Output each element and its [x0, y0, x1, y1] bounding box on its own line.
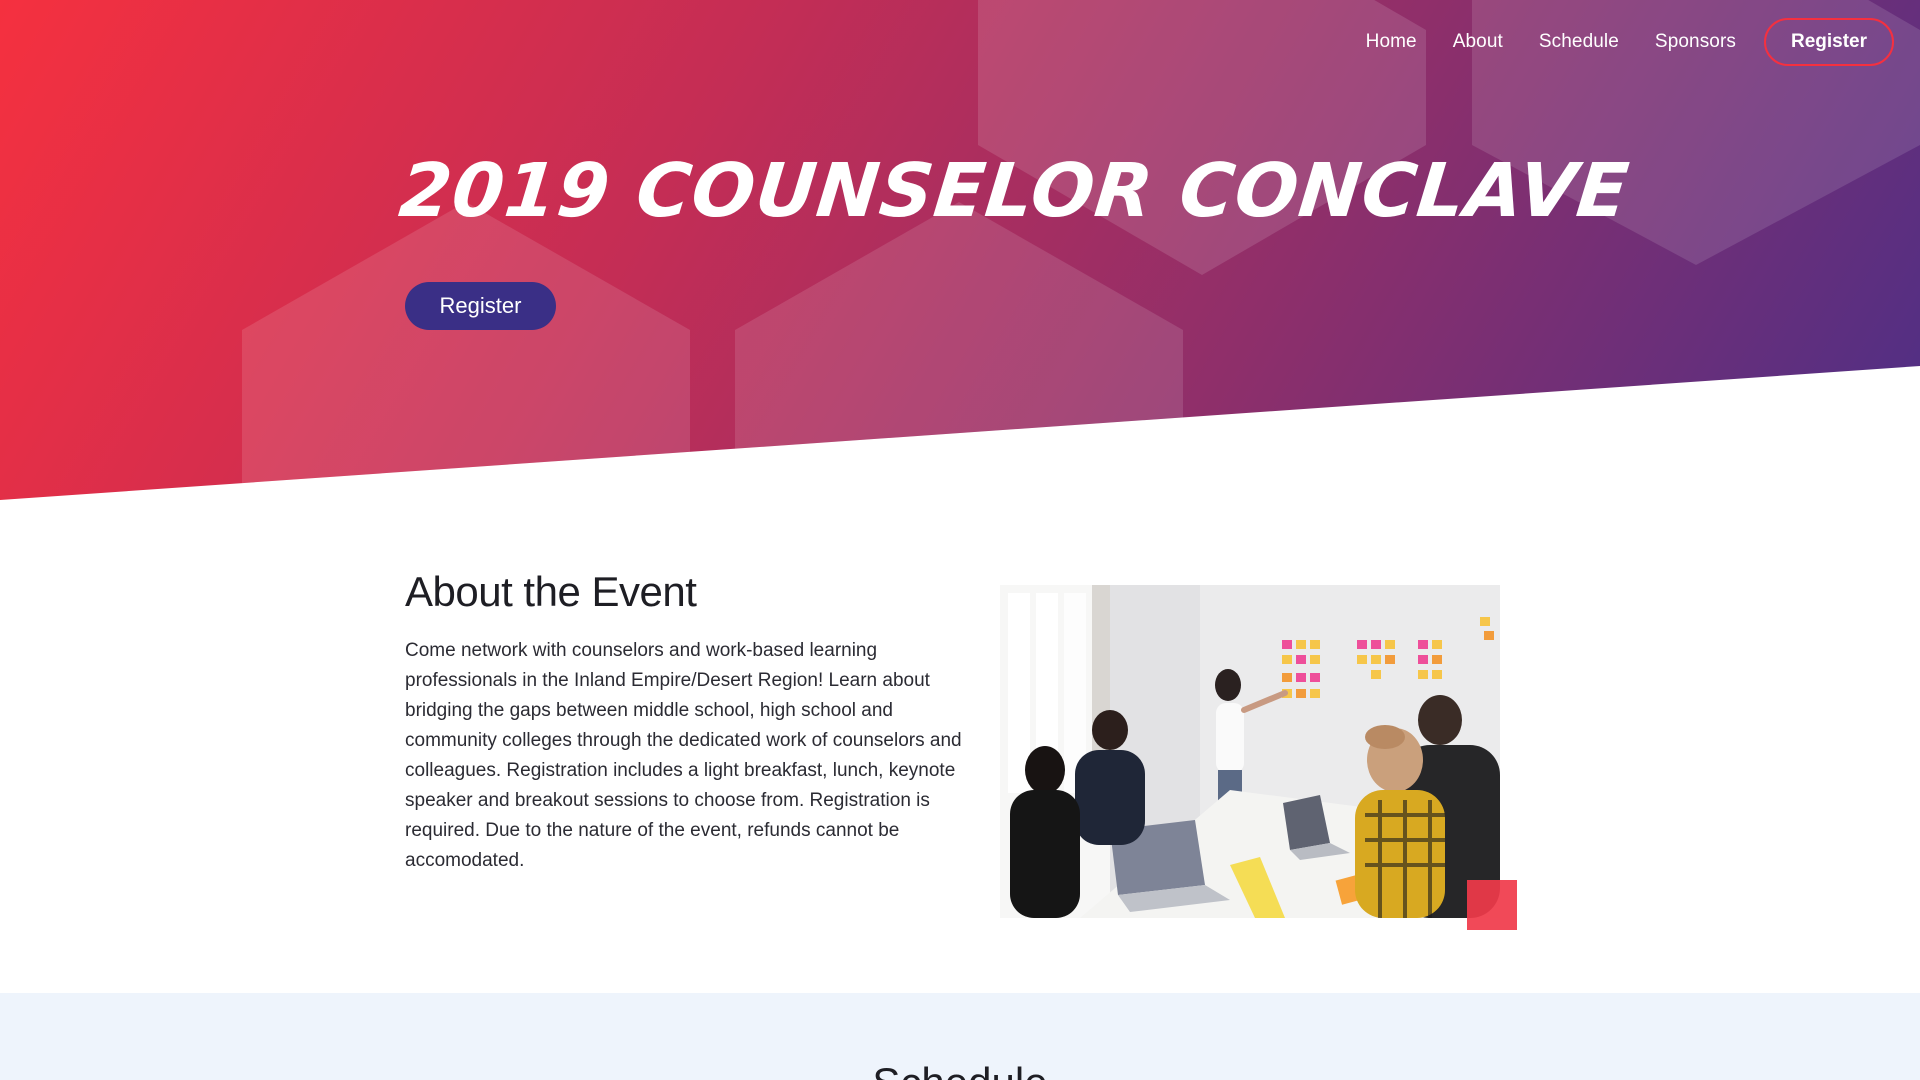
nav-sponsors-link[interactable]: Sponsors — [1637, 31, 1754, 53]
hero-banner: Home About Schedule Sponsors Register 20… — [0, 0, 1920, 500]
about-description: Come network with counselors and work-ba… — [405, 640, 962, 871]
nav-about-link[interactable]: About — [1435, 31, 1521, 53]
event-photo-container — [1000, 585, 1500, 918]
meeting-photo-illustration — [1000, 585, 1500, 918]
page: Home About Schedule Sponsors Register 20… — [0, 0, 1920, 1080]
hexagon-pattern — [242, 0, 1920, 500]
top-navigation: Home About Schedule Sponsors Register — [1348, 18, 1894, 66]
event-title: 2019 Counselor Conclave — [395, 148, 1634, 234]
schedule-heading: Schedule — [0, 1059, 1920, 1080]
event-photo — [1000, 585, 1500, 918]
nav-schedule-link[interactable]: Schedule — [1521, 31, 1637, 53]
schedule-section: Schedule — [0, 993, 1920, 1080]
nav-home-link[interactable]: Home — [1348, 31, 1435, 53]
about-heading: About the Event — [405, 568, 697, 615]
hero-register-button[interactable]: Register — [405, 282, 556, 330]
decorative-accent-square — [1467, 880, 1517, 930]
nav-register-button[interactable]: Register — [1764, 18, 1894, 66]
